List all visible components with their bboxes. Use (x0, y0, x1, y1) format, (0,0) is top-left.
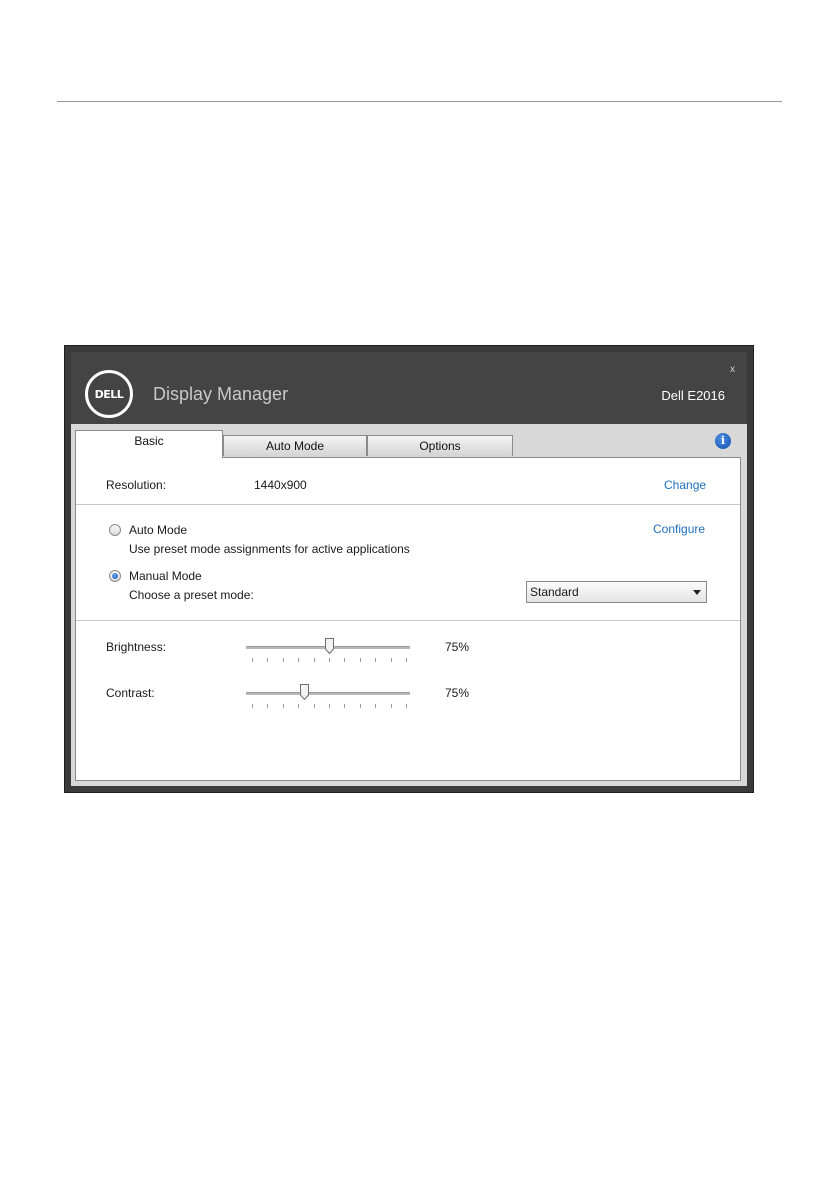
slider-tick (406, 658, 407, 662)
auto-mode-radio[interactable] (109, 524, 121, 536)
contrast-value: 75% (445, 686, 470, 700)
slider-thumb[interactable] (325, 638, 334, 654)
tab-basic[interactable]: Basic (75, 430, 223, 458)
slider-tick (329, 658, 330, 662)
slider-tick (344, 658, 345, 662)
slider-tick (283, 658, 284, 662)
window-frame: DELL Display Manager Dell E2016 x Basic … (71, 352, 747, 786)
slider-tick (252, 658, 253, 662)
preset-mode-value: Standard (530, 585, 579, 599)
slider-tick (298, 704, 299, 708)
preset-mode-select[interactable]: Standard (526, 581, 707, 603)
contrast-label: Contrast: (106, 686, 155, 700)
info-icon[interactable]: i (715, 433, 731, 449)
preset-mode-prompt: Choose a preset mode: (129, 588, 254, 602)
basic-panel: Resolution: 1440x900 Change Auto Mode Us… (75, 457, 741, 781)
manual-mode-label: Manual Mode (129, 569, 202, 583)
configure-link[interactable]: Configure (653, 522, 705, 536)
monitor-model: Dell E2016 (661, 388, 725, 403)
slider-tick (360, 704, 361, 708)
app-title: Display Manager (153, 384, 289, 404)
section-divider (76, 620, 740, 621)
slider-tick (314, 658, 315, 662)
display-manager-window: DELL Display Manager Dell E2016 x Basic … (64, 345, 754, 793)
contrast-slider[interactable] (246, 684, 410, 714)
resolution-label: Resolution: (106, 478, 167, 492)
slider-thumb[interactable] (300, 684, 309, 700)
slider-tick (375, 704, 376, 708)
slider-ticks (252, 704, 407, 708)
section-divider (76, 504, 740, 505)
slider-tick (360, 658, 361, 662)
manual-mode-radio[interactable] (109, 570, 121, 582)
slider-tick (267, 658, 268, 662)
chevron-down-icon (693, 590, 701, 595)
brightness-label: Brightness: (106, 640, 167, 654)
slider-tick (329, 704, 330, 708)
slider-tick (391, 704, 392, 708)
slider-tick (298, 658, 299, 662)
slider-tick (406, 704, 407, 708)
resolution-value: 1440x900 (254, 478, 307, 492)
slider-tick (344, 704, 345, 708)
brightness-slider[interactable] (246, 638, 410, 668)
auto-mode-label: Auto Mode (129, 523, 188, 537)
tab-bar: Basic Auto Mode Options i (75, 430, 735, 458)
tab-auto-mode[interactable]: Auto Mode (223, 435, 367, 456)
slider-tick (267, 704, 268, 708)
brightness-value: 75% (445, 640, 470, 654)
slider-tick (252, 704, 253, 708)
tab-options[interactable]: Options (367, 435, 513, 456)
auto-mode-description: Use preset mode assignments for active a… (129, 542, 410, 556)
slider-tick (283, 704, 284, 708)
slider-track (246, 692, 410, 695)
title-bar: DELL Display Manager Dell E2016 x (71, 352, 747, 424)
page-header-rule (57, 101, 782, 102)
slider-tick (391, 658, 392, 662)
dell-logo: DELL (85, 370, 133, 418)
close-button[interactable]: x (730, 364, 735, 375)
slider-tick (314, 704, 315, 708)
slider-ticks (252, 658, 407, 662)
change-resolution-link[interactable]: Change (664, 478, 706, 492)
slider-tick (375, 658, 376, 662)
